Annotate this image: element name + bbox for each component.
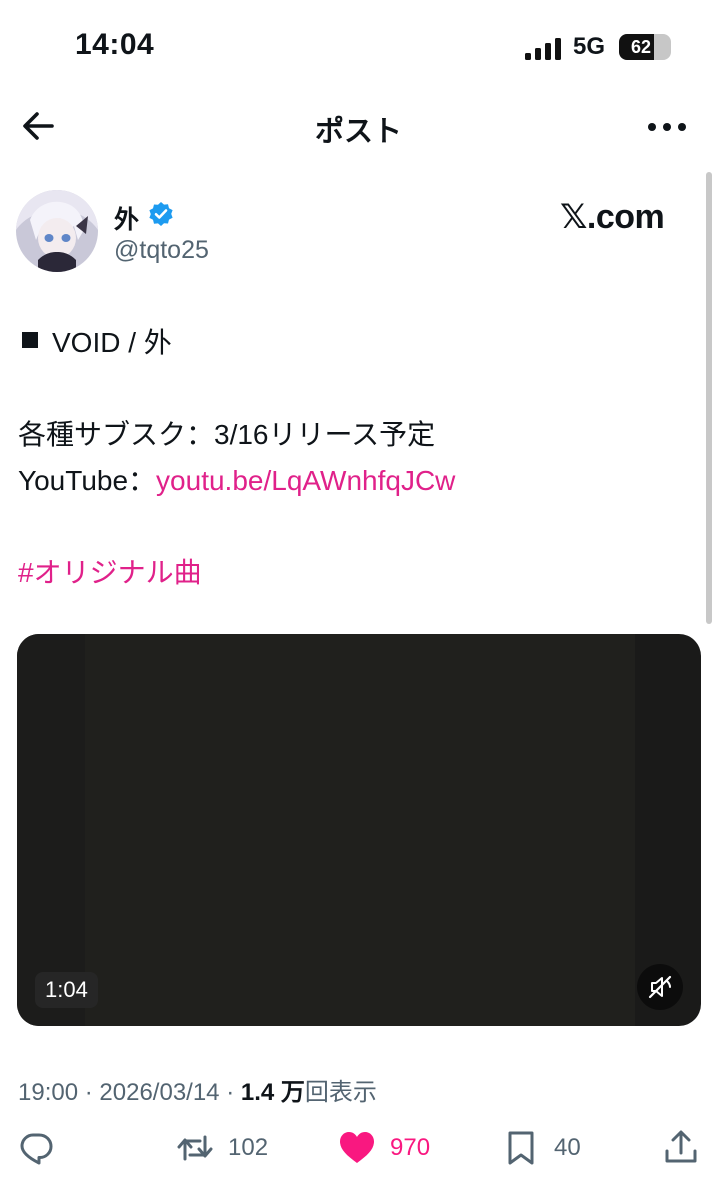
meta-separator-2: · bbox=[226, 1079, 235, 1106]
battery-percentage: 62 bbox=[630, 37, 652, 57]
post-date: 2026/03/14 bbox=[99, 1079, 220, 1106]
meta-separator: · bbox=[84, 1079, 93, 1106]
author-display-name[interactable]: 外 bbox=[114, 200, 139, 236]
views-label: 回表示 bbox=[304, 1079, 377, 1106]
status-time: 14:04 bbox=[75, 28, 155, 61]
cellular-signal-icon bbox=[525, 38, 561, 60]
heart-icon bbox=[340, 1132, 374, 1163]
more-options-icon[interactable] bbox=[644, 106, 690, 146]
like-button[interactable]: 970 bbox=[338, 1128, 430, 1168]
network-type: 5G bbox=[573, 33, 606, 60]
post-time: 19:00 bbox=[18, 1079, 79, 1106]
youtube-prefix: YouTube： bbox=[18, 465, 157, 496]
bookmark-icon bbox=[508, 1131, 534, 1165]
share-button[interactable] bbox=[662, 1128, 700, 1168]
post-meta: 19:00 · 2026/03/14 · 1.4 万回表示 bbox=[18, 1072, 377, 1107]
repost-button[interactable]: 102 bbox=[176, 1128, 268, 1168]
release-line: 各種サブスク：3/16リリース予定 bbox=[18, 419, 436, 450]
repost-icon bbox=[177, 1135, 213, 1161]
bookmark-button[interactable]: 40 bbox=[502, 1128, 581, 1168]
youtube-link[interactable]: youtu.be/LqAWnhfqJCw bbox=[156, 465, 455, 496]
reply-button[interactable] bbox=[17, 1128, 55, 1168]
black-square-icon bbox=[22, 332, 38, 348]
x-com-watermark: 𝕏.com bbox=[560, 198, 665, 236]
share-icon bbox=[665, 1130, 697, 1163]
scrollbar[interactable] bbox=[706, 172, 712, 624]
page-title: ポスト bbox=[314, 116, 402, 148]
avatar[interactable] bbox=[16, 190, 98, 272]
mute-toggle-button[interactable] bbox=[637, 964, 683, 1010]
like-count: 970 bbox=[390, 1134, 431, 1161]
video-duration: 1:04 bbox=[35, 972, 98, 1008]
author-handle[interactable]: @tqto25 bbox=[114, 236, 209, 265]
video-player[interactable] bbox=[17, 634, 701, 1026]
verified-badge-icon bbox=[149, 202, 173, 226]
reply-icon bbox=[20, 1133, 53, 1165]
post-title-line: VOID / 外 bbox=[52, 327, 172, 358]
post-text: VOID / 外 各種サブスク：3/16リリース予定 YouTube：youtu… bbox=[18, 320, 698, 596]
bookmark-count: 40 bbox=[554, 1134, 581, 1161]
repost-count: 102 bbox=[228, 1134, 269, 1161]
hashtag-link[interactable]: #オリジナル曲 bbox=[18, 557, 202, 588]
views-count: 1.4 万 bbox=[240, 1079, 305, 1106]
muted-speaker-icon bbox=[648, 975, 672, 999]
battery-icon: 62 bbox=[619, 34, 671, 60]
